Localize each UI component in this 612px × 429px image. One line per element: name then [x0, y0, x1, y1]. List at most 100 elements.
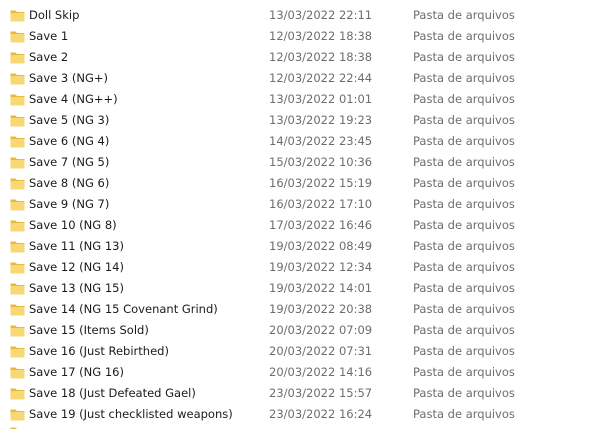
file-date-modified: 19/03/2022 14:01 — [269, 281, 373, 295]
file-name: Save 13 (NG 15) — [29, 281, 124, 295]
file-name: Save 10 (NG 8) — [29, 218, 117, 232]
file-date-modified: 17/03/2022 16:46 — [269, 218, 373, 232]
list-item[interactable]: Save 1 12/03/2022 18:38 Pasta de arquivos — [0, 26, 612, 47]
list-item[interactable]: Save 9 (NG 7) 16/03/2022 17:10 Pasta de ar… — [0, 194, 612, 215]
list-item[interactable]: Save 6 (NG 4) 14/03/2022 23:45 Pasta de ar… — [0, 131, 612, 152]
file-type: Pasta de arquivos — [413, 71, 515, 85]
file-name: Save 18 (Just Defeated Gael) — [29, 386, 196, 400]
folder-icon — [10, 282, 25, 295]
file-type: Pasta de arquivos — [413, 344, 515, 358]
folder-icon — [10, 135, 25, 148]
folder-icon — [10, 114, 25, 127]
list-item[interactable]: Save 15 (Items Sold) 20/03/2022 07:09 Past… — [0, 320, 612, 341]
folder-icon — [10, 408, 25, 421]
folder-icon — [10, 156, 25, 169]
list-item[interactable]: Save 7 (NG 5) 15/03/2022 10:36 Pasta de ar… — [0, 152, 612, 173]
file-name: Save 15 (Items Sold) — [29, 323, 149, 337]
file-date-modified: 20/03/2022 07:09 — [269, 323, 373, 337]
file-date-modified: 16/03/2022 15:19 — [269, 176, 373, 190]
file-type: Pasta de arquivos — [413, 197, 515, 211]
file-date-modified: 14/03/2022 23:45 — [269, 134, 373, 148]
file-type: Pasta de arquivos — [413, 407, 515, 421]
list-item[interactable]: Save 13 (NG 15) 19/03/2022 14:01 Pasta de … — [0, 278, 612, 299]
file-name: Save 19 (Just checklisted weapons) — [29, 407, 233, 421]
file-name: Save 3 (NG+) — [29, 71, 108, 85]
file-name: Save 4 (NG++) — [29, 92, 118, 106]
file-date-modified: 13/03/2022 01:01 — [269, 92, 373, 106]
file-name: Save 14 (NG 15 Covenant Grind) — [29, 302, 218, 316]
file-name: Save 1 — [29, 29, 69, 43]
file-date-modified: 12/03/2022 22:44 — [269, 71, 373, 85]
folder-icon — [10, 51, 25, 64]
file-type: Pasta de arquivos — [413, 218, 515, 232]
file-type: Pasta de arquivos — [413, 365, 515, 379]
folder-icon — [10, 345, 25, 358]
file-name: Save 6 (NG 4) — [29, 134, 110, 148]
file-name: Save 5 (NG 3) — [29, 113, 110, 127]
list-item[interactable]: Save 8 (NG 6) 16/03/2022 15:19 Pasta de ar… — [0, 173, 612, 194]
file-date-modified: 12/03/2022 18:38 — [269, 50, 373, 64]
file-name: Save 17 (NG 16) — [29, 365, 124, 379]
file-date-modified: 23/03/2022 16:24 — [269, 407, 373, 421]
folder-icon — [10, 9, 25, 22]
list-item[interactable]: Save 3 (NG+) 12/03/2022 22:44 Pasta de arq… — [0, 68, 612, 89]
list-item[interactable]: Doll Skip 13/03/2022 22:11 Pasta de arquiv… — [0, 5, 612, 26]
list-item[interactable]: Save 5 (NG 3) 13/03/2022 19:23 Pasta de ar… — [0, 110, 612, 131]
folder-icon — [10, 93, 25, 106]
file-date-modified: 19/03/2022 12:34 — [269, 260, 373, 274]
file-type: Pasta de arquivos — [413, 386, 515, 400]
list-item[interactable]: Save 10 (NG 8) 17/03/2022 16:46 Pasta de a… — [0, 215, 612, 236]
file-date-modified: 15/03/2022 10:36 — [269, 155, 373, 169]
file-name: Save 8 (NG 6) — [29, 176, 110, 190]
list-item[interactable]: Save 12 (NG 14) 19/03/2022 12:34 Pasta de … — [0, 257, 612, 278]
partial-list-item[interactable] — [0, 425, 612, 429]
file-list: Doll Skip 13/03/2022 22:11 Pasta de arquiv… — [0, 5, 612, 425]
file-type: Pasta de arquivos — [413, 134, 515, 148]
file-date-modified: 23/03/2022 15:57 — [269, 386, 373, 400]
file-date-modified: 19/03/2022 08:49 — [269, 239, 373, 253]
file-type: Pasta de arquivos — [413, 176, 515, 190]
file-name: Save 9 (NG 7) — [29, 197, 110, 211]
file-date-modified: 20/03/2022 14:16 — [269, 365, 373, 379]
file-type: Pasta de arquivos — [413, 155, 515, 169]
file-name: Save 16 (Just Rebirthed) — [29, 344, 169, 358]
folder-icon — [10, 198, 25, 211]
list-item[interactable]: Save 17 (NG 16) 20/03/2022 14:16 Pasta de … — [0, 362, 612, 383]
file-name: Save 2 — [29, 50, 69, 64]
file-type: Pasta de arquivos — [413, 323, 515, 337]
folder-icon — [10, 366, 25, 379]
file-type: Pasta de arquivos — [413, 92, 515, 106]
list-item[interactable]: Save 2 12/03/2022 18:38 Pasta de arquivos — [0, 47, 612, 68]
folder-icon — [10, 303, 25, 316]
list-item[interactable]: Save 4 (NG++) 13/03/2022 01:01 Pasta de ar… — [0, 89, 612, 110]
list-item[interactable]: Save 11 (NG 13) 19/03/2022 08:49 Pasta de … — [0, 236, 612, 257]
file-type: Pasta de arquivos — [413, 239, 515, 253]
file-date-modified: 20/03/2022 07:31 — [269, 344, 373, 358]
folder-icon — [10, 72, 25, 85]
file-name: Save 11 (NG 13) — [29, 239, 124, 253]
folder-icon — [10, 30, 25, 43]
file-type: Pasta de arquivos — [413, 281, 515, 295]
folder-icon — [10, 261, 25, 274]
list-item[interactable]: Save 19 (Just checklisted weapons) 23/03/… — [0, 404, 612, 425]
file-name: Save 7 (NG 5) — [29, 155, 110, 169]
file-name: Save 12 (NG 14) — [29, 260, 124, 274]
list-item[interactable]: Save 14 (NG 15 Covenant Grind) 19/03/2022… — [0, 299, 612, 320]
file-type: Pasta de arquivos — [413, 260, 515, 274]
folder-icon — [10, 219, 25, 232]
file-date-modified: 16/03/2022 17:10 — [269, 197, 373, 211]
list-item[interactable]: Save 16 (Just Rebirthed) 20/03/2022 07:31… — [0, 341, 612, 362]
file-type: Pasta de arquivos — [413, 113, 515, 127]
file-name: Doll Skip — [29, 8, 80, 22]
file-type: Pasta de arquivos — [413, 8, 515, 22]
list-item[interactable]: Save 18 (Just Defeated Gael) 23/03/2022 1… — [0, 383, 612, 404]
folder-icon — [10, 240, 25, 253]
folder-icon — [10, 177, 25, 190]
file-date-modified: 12/03/2022 18:38 — [269, 29, 373, 43]
file-type: Pasta de arquivos — [413, 50, 515, 64]
file-date-modified: 13/03/2022 22:11 — [269, 8, 373, 22]
file-type: Pasta de arquivos — [413, 302, 515, 316]
file-date-modified: 13/03/2022 19:23 — [269, 113, 373, 127]
file-type: Pasta de arquivos — [413, 29, 515, 43]
folder-icon — [10, 324, 25, 337]
